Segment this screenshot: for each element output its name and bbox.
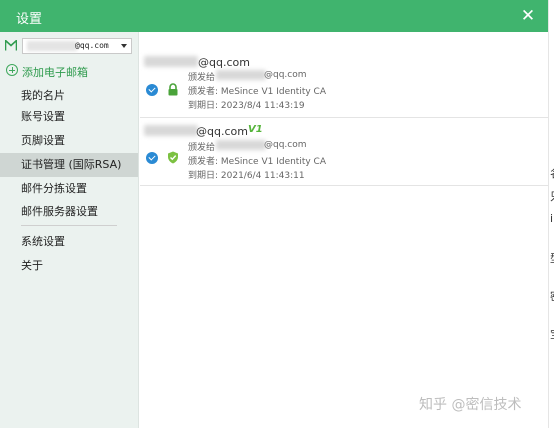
background-char: 密 xyxy=(550,288,554,304)
settings-window: 设置 ✕ @qq.com 添加电子邮箱 我的名片 账号设置 页脚设置 证书管理 … xyxy=(0,0,548,428)
expiry-text: 到期日: 2023/8/4 11:43:19 xyxy=(188,101,305,111)
redacted-recipient xyxy=(216,70,266,80)
add-email-label: 添加电子邮箱 xyxy=(22,66,88,79)
background-char: 型 xyxy=(550,250,554,266)
lock-icon xyxy=(168,83,178,96)
watermark: 知乎 @密信技术 xyxy=(419,397,522,413)
sidebar-item-certificate-management[interactable]: 证书管理 (国际RSA) xyxy=(0,153,138,177)
sidebar-item-account-settings[interactable]: 账号设置 xyxy=(0,105,138,129)
close-icon[interactable]: ✕ xyxy=(518,6,538,26)
certificate-email: @qq.com xyxy=(198,56,250,69)
chevron-down-icon xyxy=(121,44,127,48)
background-window-edge: 名 只 i 型 密 宝 xyxy=(548,0,554,428)
redacted-recipient xyxy=(216,140,266,150)
certificate-list: @qq.com 颁发给 @qq.com 颁发者: MeSince V1 Iden… xyxy=(140,32,548,428)
redacted-account xyxy=(27,41,77,51)
issued-to-label: 颁发给 xyxy=(188,143,216,153)
window-title: 设置 xyxy=(16,12,43,27)
account-select-value: @qq.com xyxy=(75,41,109,50)
plus-circle-icon xyxy=(6,64,18,76)
sidebar-item-system-settings[interactable]: 系统设置 xyxy=(0,230,138,254)
v1-badge: V1 xyxy=(248,124,263,135)
issued-to-email: @qq.com xyxy=(264,70,307,80)
account-row: @qq.com xyxy=(4,38,132,54)
redacted-email xyxy=(144,56,198,67)
sidebar: @qq.com 添加电子邮箱 我的名片 账号设置 页脚设置 证书管理 (国际RS… xyxy=(0,32,139,428)
sidebar-item-mail-sorting[interactable]: 邮件分拣设置 xyxy=(0,177,138,201)
background-char: 只 xyxy=(550,188,554,204)
account-select[interactable]: @qq.com xyxy=(22,38,132,54)
issuer-text: 颁发者: MeSince V1 Identity CA xyxy=(188,87,326,97)
issued-to-label: 颁发给 xyxy=(188,73,216,83)
shield-check-icon xyxy=(168,151,178,164)
sidebar-divider xyxy=(21,225,117,226)
title-bar: 设置 ✕ xyxy=(0,0,548,32)
sidebar-item-mail-server[interactable]: 邮件服务器设置 xyxy=(0,200,138,224)
issued-to-email: @qq.com xyxy=(264,140,307,150)
check-circle-icon xyxy=(146,152,158,164)
redacted-email xyxy=(144,125,198,136)
issuer-text: 颁发者: MeSince V1 Identity CA xyxy=(188,157,326,167)
certificate-item[interactable]: @qq.com V1 颁发给 @qq.com 颁发者: MeSince V1 I… xyxy=(140,118,548,186)
mail-icon xyxy=(5,40,17,51)
background-char: 宝 xyxy=(550,326,554,342)
expiry-text: 到期日: 2021/6/4 11:43:11 xyxy=(188,171,305,181)
check-circle-icon xyxy=(146,84,158,96)
background-char: i xyxy=(550,212,554,225)
background-char: 名 xyxy=(550,165,554,181)
certificate-email: @qq.com xyxy=(196,125,248,138)
certificate-item[interactable]: @qq.com 颁发给 @qq.com 颁发者: MeSince V1 Iden… xyxy=(140,52,548,118)
sidebar-item-footer-settings[interactable]: 页脚设置 xyxy=(0,129,138,153)
sidebar-item-about[interactable]: 关于 xyxy=(0,254,138,278)
